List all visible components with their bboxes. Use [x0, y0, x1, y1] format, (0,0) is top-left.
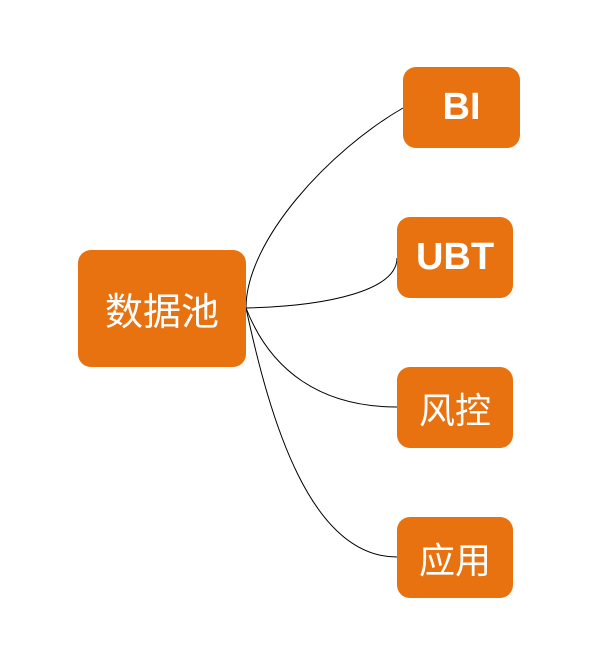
child-node-application: 应用 [397, 517, 513, 598]
child-node-label-bi: BI [442, 86, 481, 128]
root-node-label: 数据池 [104, 290, 219, 334]
child-node-ubt: UBT [397, 217, 513, 298]
connector-root-to-fk [245, 307, 398, 408]
child-node-risk-control: 风控 [397, 367, 513, 448]
child-node-label-application: 应用 [418, 540, 491, 582]
connector-root-to-bi [245, 107, 404, 309]
child-node-label-ubt: UBT [415, 236, 495, 278]
connector-root-to-ubt [245, 257, 398, 309]
child-node-bi: BI [403, 67, 520, 148]
connector-root-to-yy [245, 307, 398, 558]
child-node-label-risk-control: 风控 [418, 390, 491, 432]
root-node-data-pool: 数据池 [78, 250, 246, 367]
